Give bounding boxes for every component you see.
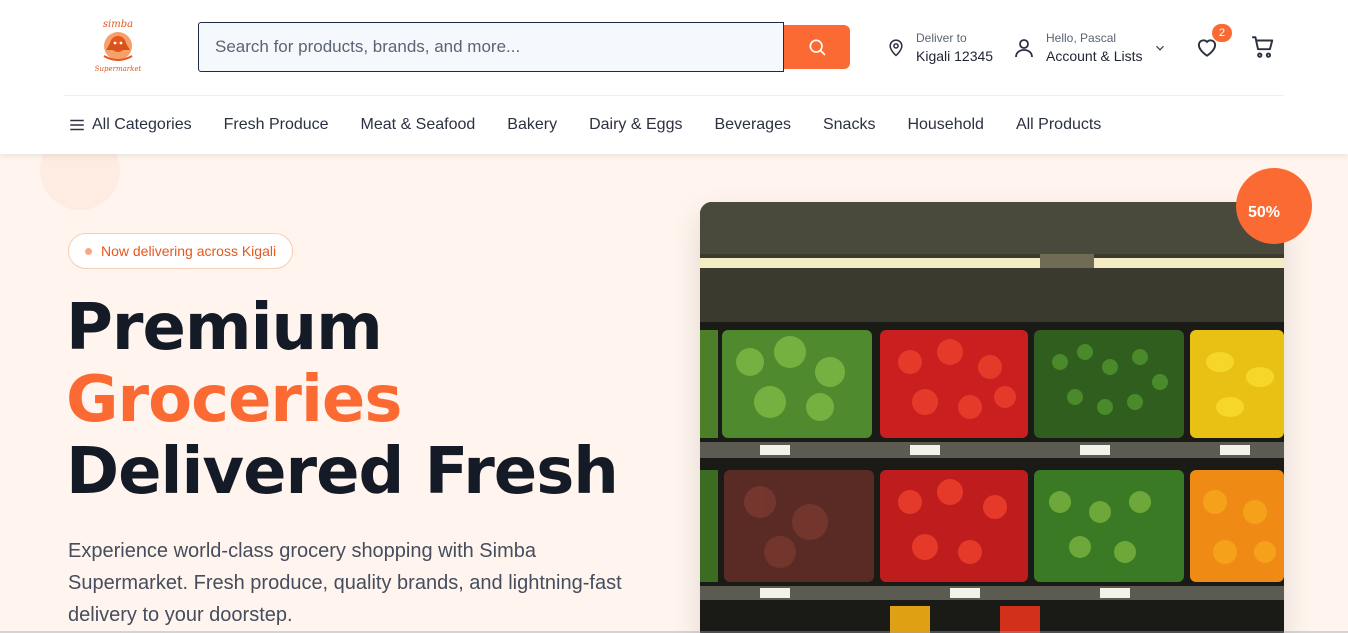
hero-headline: Premium Groceries Delivered Fresh (66, 291, 619, 509)
svg-text:simba: simba (103, 19, 133, 30)
nav-all-categories[interactable]: All Categories (68, 116, 192, 134)
svg-text:Supermarket: Supermarket (95, 65, 142, 73)
decorative-circle (40, 154, 120, 210)
discount-text: 50% (1248, 204, 1281, 221)
headline-line-3: Delivered Fresh (66, 435, 619, 509)
deliver-label: Deliver to (916, 31, 967, 45)
site-header: simba Supermarket Deliver to Kigali 1234… (0, 0, 1348, 154)
hero-section: Now delivering across Kigali Premium Gro… (0, 154, 1348, 633)
account-label: Account & Lists (1046, 48, 1143, 64)
user-icon (1015, 39, 1033, 58)
shelf-row-2 (700, 458, 1284, 588)
category-nav: All Categories Fresh Produce Meat & Seaf… (68, 110, 1133, 140)
account-greeting: Hello, Pascal (1046, 31, 1117, 45)
nav-dairy-eggs[interactable]: Dairy & Eggs (589, 116, 682, 134)
nav-bakery[interactable]: Bakery (507, 116, 557, 134)
delivery-badge-text: Now delivering across Kigali (101, 243, 277, 259)
nav-beverages[interactable]: Beverages (714, 116, 791, 134)
search-input[interactable] (198, 22, 784, 72)
nav-household[interactable]: Household (907, 116, 984, 134)
chevron-down-icon (1155, 45, 1164, 51)
location-pin-icon (889, 39, 903, 57)
search-button[interactable] (784, 25, 850, 69)
header-divider (64, 95, 1284, 96)
headline-line-2: Groceries (66, 363, 402, 437)
search-bar (198, 22, 852, 72)
deliver-location: Kigali 12345 (916, 48, 994, 64)
nav-snacks[interactable]: Snacks (823, 116, 875, 134)
hero-subtitle: Experience world-class grocery shopping … (68, 540, 622, 626)
simba-logo[interactable]: simba Supermarket (92, 16, 144, 74)
headline-line-1: Premium (66, 291, 383, 365)
nav-all-products[interactable]: All Products (1016, 116, 1101, 134)
wishlist-count-badge: 2 (1212, 24, 1232, 42)
nav-fresh-produce[interactable]: Fresh Produce (224, 116, 329, 134)
menu-icon (70, 119, 84, 131)
produce-shelves-photo (700, 202, 1284, 633)
discount-badge: 50% (1236, 168, 1312, 244)
account-menu[interactable]: Hello, Pascal Account & Lists (1012, 28, 1167, 68)
nav-item-label: All Categories (92, 116, 192, 133)
nav-meat-seafood[interactable]: Meat & Seafood (361, 116, 476, 134)
status-dot (85, 247, 92, 255)
delivery-badge: Now delivering across Kigali (68, 233, 294, 269)
cart-button[interactable] (1250, 34, 1278, 62)
search-icon (809, 39, 826, 56)
cart-icon (1252, 36, 1274, 58)
deliver-to-selector[interactable]: Deliver to Kigali 12345 (886, 28, 993, 68)
